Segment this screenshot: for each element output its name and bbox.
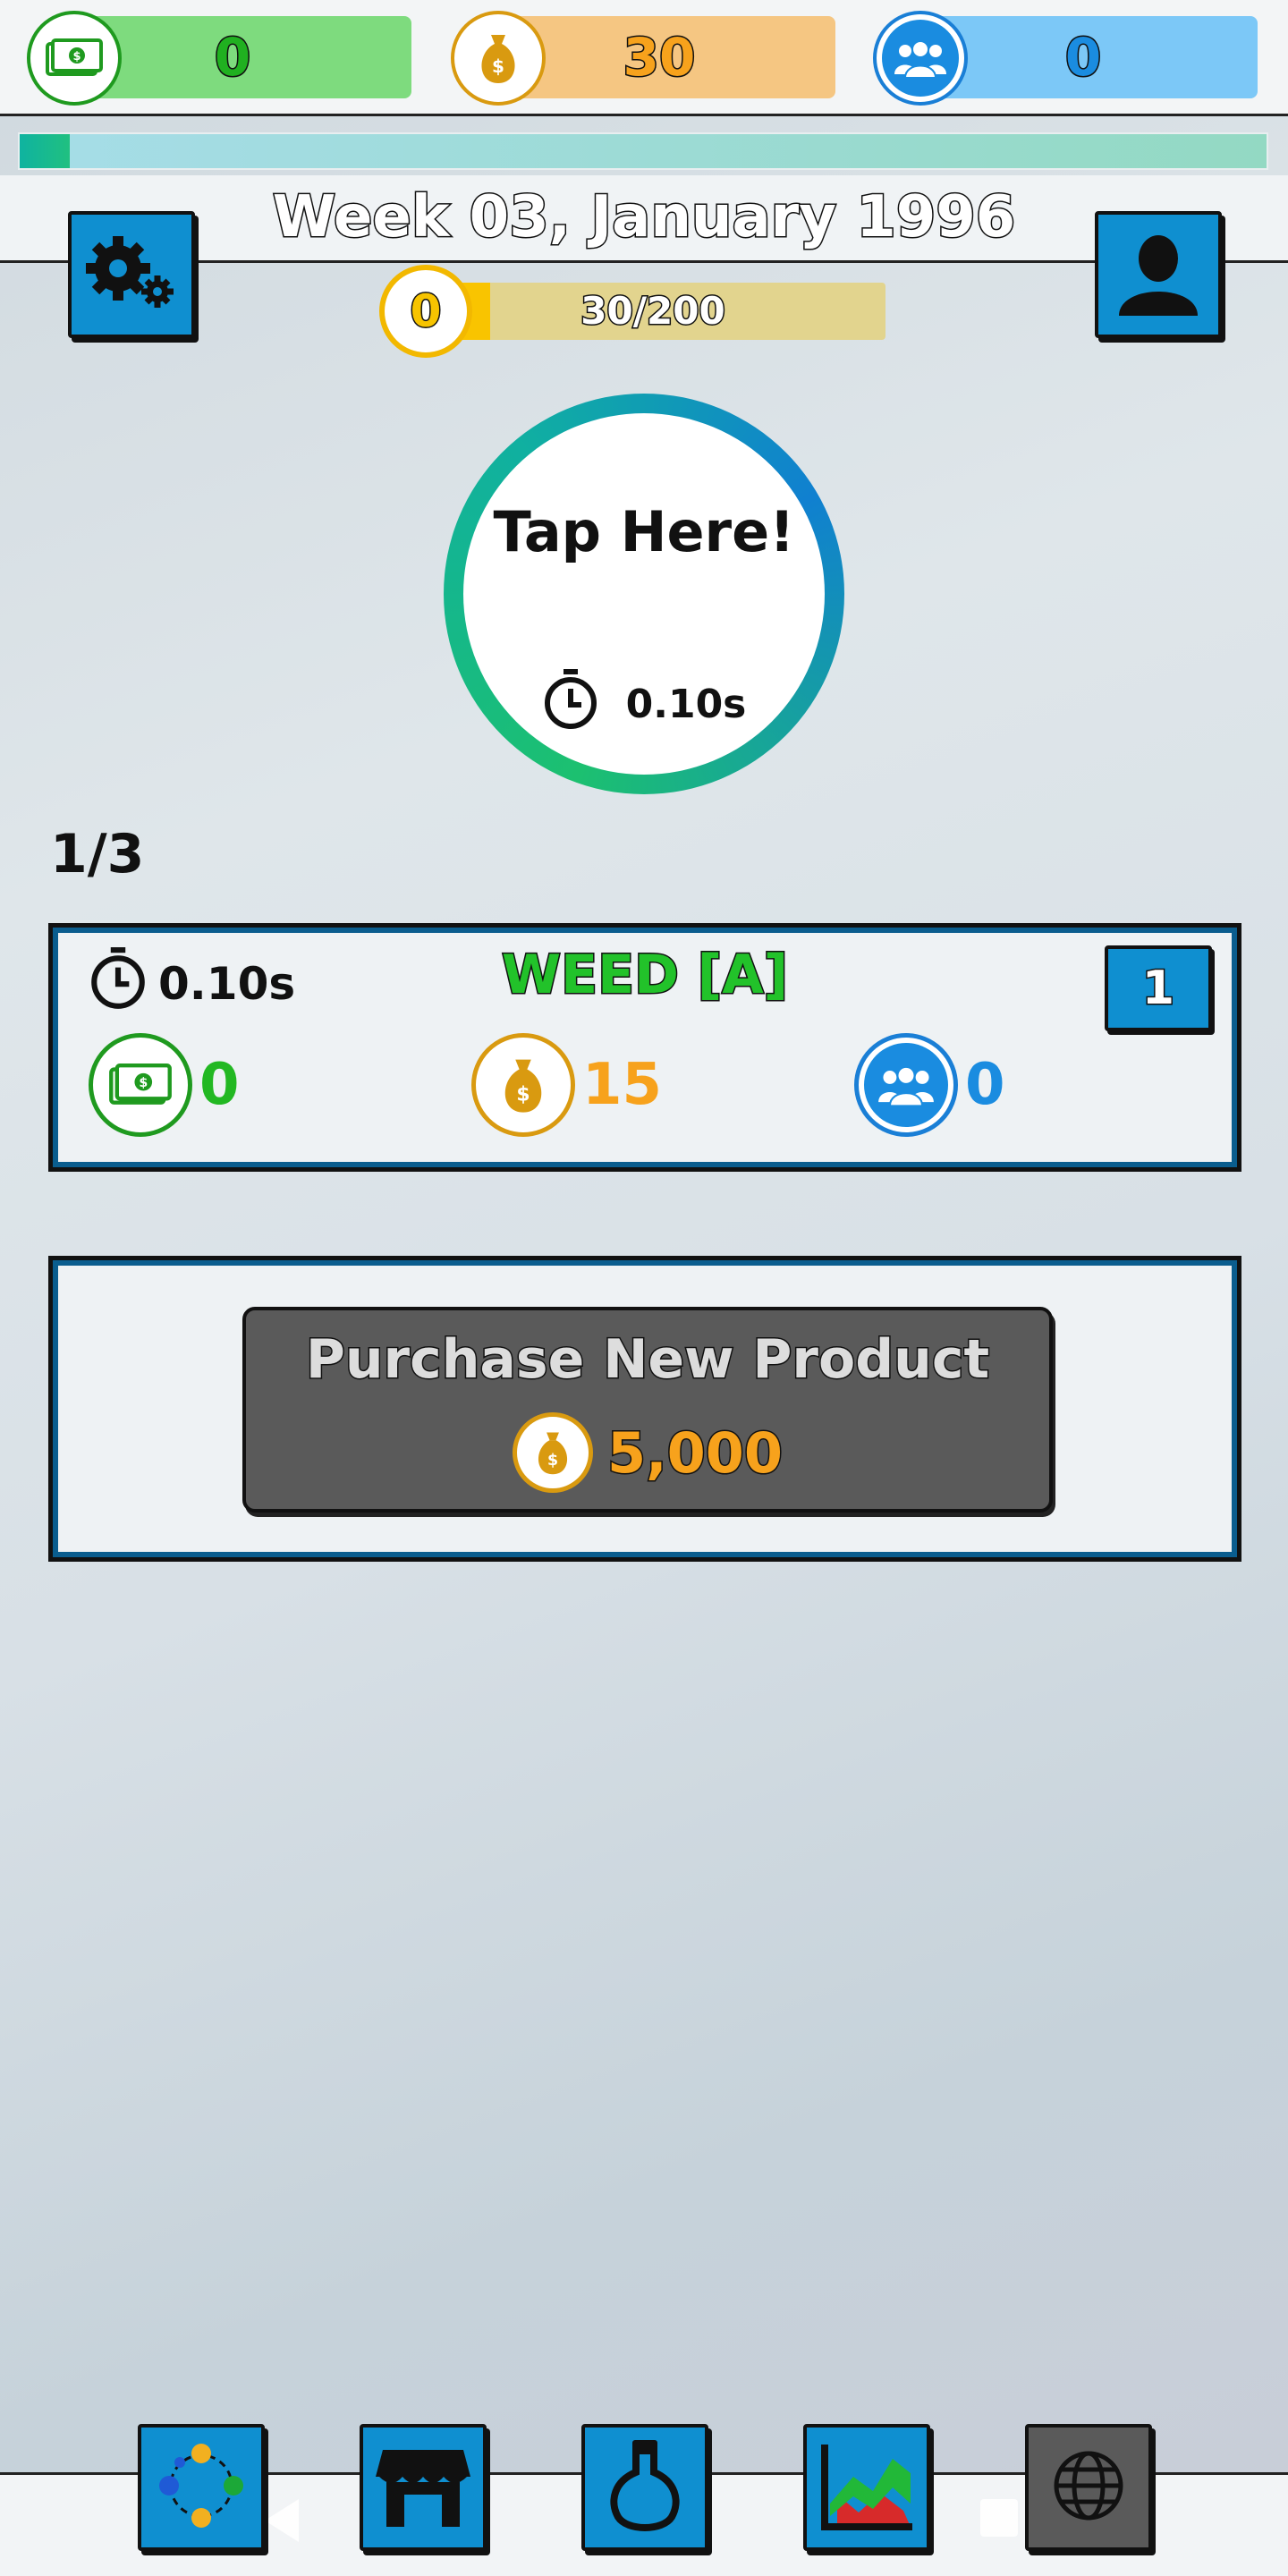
- tap-button-face[interactable]: Tap Here! 0.10s: [463, 413, 825, 775]
- resource-bar: 0 $ 30 $ 0: [0, 0, 1288, 116]
- product-card: 0.10s WEED [A] 1 $ 0 $ 15 0: [48, 923, 1241, 1172]
- product-cash-stat: $ 0: [89, 1033, 240, 1137]
- product-money-stat: $ 15: [471, 1033, 662, 1137]
- gears-icon: [82, 233, 181, 317]
- recents-icon[interactable]: [977, 2496, 1021, 2540]
- store-icon: [374, 2441, 472, 2534]
- purchase-cost: $ 5,000: [246, 1412, 1049, 1493]
- purchase-card: Purchase New Product $ 5,000: [48, 1256, 1241, 1562]
- nav-network-button[interactable]: [138, 2424, 265, 2551]
- tap-label: Tap Here!: [493, 499, 795, 564]
- quantity-button[interactable]: 1: [1105, 945, 1212, 1031]
- svg-text:$: $: [516, 1084, 530, 1106]
- person-icon: [1114, 228, 1203, 321]
- nav-store-button[interactable]: [360, 2424, 487, 2551]
- back-icon[interactable]: [259, 2496, 304, 2546]
- page-count: 1/3: [50, 823, 145, 886]
- tap-timer-value: 0.10s: [625, 682, 747, 727]
- svg-text:$: $: [72, 50, 80, 64]
- money-bag-icon: $: [512, 1412, 593, 1493]
- nav-world-button[interactable]: [1025, 2424, 1152, 2551]
- product-money-value: 15: [582, 1052, 663, 1118]
- network-icon: [155, 2439, 248, 2536]
- money-bag-icon: $: [451, 11, 546, 106]
- cash-icon: $: [27, 11, 122, 106]
- product-followers-stat: 0: [854, 1033, 1005, 1137]
- tap-timer: 0.10s: [463, 667, 825, 741]
- chart-icon: [818, 2441, 916, 2534]
- money-bag-icon: $: [471, 1033, 575, 1137]
- week-progress-bar: [18, 132, 1268, 170]
- tap-button[interactable]: Tap Here! 0.10s: [444, 394, 844, 794]
- purchase-cost-value: 5,000: [606, 1419, 784, 1487]
- stopwatch-icon: [542, 667, 599, 741]
- nav-stats-button[interactable]: [803, 2424, 930, 2551]
- nav-lab-button[interactable]: [581, 2424, 708, 2551]
- people-icon: [873, 11, 968, 106]
- level-badge: 0: [379, 265, 472, 358]
- svg-text:$: $: [547, 1452, 558, 1470]
- product-followers-value: 0: [965, 1052, 1005, 1118]
- profile-button[interactable]: [1095, 211, 1222, 338]
- purchase-label: Purchase New Product: [304, 1327, 990, 1393]
- cash-icon: $: [89, 1033, 192, 1137]
- purchase-product-button[interactable]: Purchase New Product $ 5,000: [242, 1307, 1053, 1513]
- svg-text:$: $: [492, 55, 504, 77]
- flask-icon: [600, 2436, 690, 2538]
- level-badge-value: 0: [409, 284, 443, 339]
- level-progress-text: 30/200: [580, 288, 726, 335]
- week-progress-fill: [20, 134, 70, 168]
- settings-button[interactable]: [68, 211, 195, 338]
- globe-icon: [1051, 2448, 1126, 2527]
- product-cash-value: 0: [199, 1052, 240, 1118]
- svg-text:$: $: [139, 1076, 148, 1090]
- people-icon: [854, 1033, 958, 1137]
- level-progress-bar: 30/200: [420, 283, 886, 340]
- product-title: WEED [A]: [500, 943, 789, 1008]
